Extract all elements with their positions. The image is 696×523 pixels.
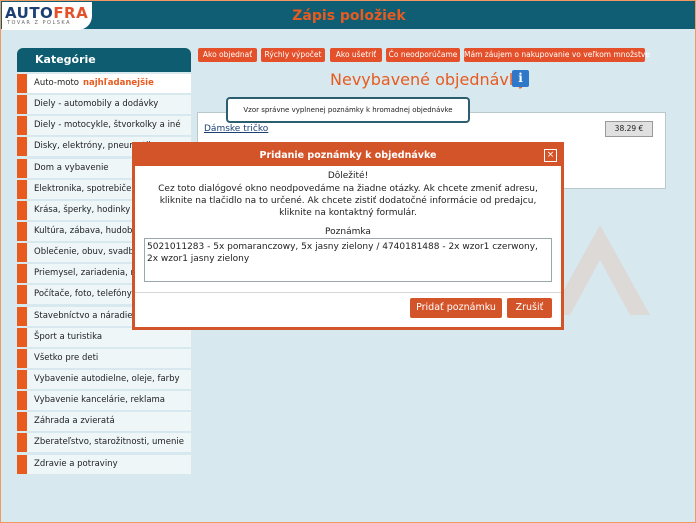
- category-item[interactable]: Zdravie a potraviny: [17, 454, 191, 474]
- popular-badge: najhľadanejšie: [82, 78, 154, 88]
- category-item[interactable]: Vybavenie kancelárie, reklama: [17, 391, 191, 411]
- bulk-buying-button[interactable]: Mám záujem o nakupovanie vo veľkom množs…: [464, 48, 650, 62]
- category-item[interactable]: Šport a turistika: [17, 327, 191, 347]
- dialog-title: Pridanie poznámky k objednávke: [135, 145, 561, 166]
- dialog-important: Dôležité!: [327, 171, 369, 181]
- how-to-order-button[interactable]: Ako objednať: [198, 48, 257, 62]
- page-title: Nevybavené objednávky: [330, 70, 528, 89]
- cancel-button[interactable]: Zrušiť: [507, 298, 552, 318]
- category-item[interactable]: Všetko pre deti: [17, 348, 191, 368]
- category-item[interactable]: Diely - motocykle, štvorkolky a iné: [17, 116, 191, 136]
- price-field: 38.29 €: [605, 121, 653, 137]
- not-recommended-button[interactable]: Čo neodporúčame: [386, 48, 460, 62]
- dialog-divider: [135, 292, 561, 293]
- category-item[interactable]: Diely - automobily a dodávky: [17, 95, 191, 115]
- categories-heading: Kategórie: [17, 48, 191, 72]
- add-note-dialog: Pridanie poznámky k objednávke × Dôležit…: [132, 142, 564, 330]
- category-item[interactable]: Auto-moto najhľadanejšie: [17, 74, 191, 93]
- quick-calc-button[interactable]: Rýchly výpočet: [261, 48, 325, 62]
- note-label: Poznámka: [325, 227, 371, 237]
- category-item[interactable]: Vybavenie autodielne, oleje, farby: [17, 369, 191, 389]
- page-header-title: Zápis položiek: [292, 8, 406, 24]
- header-bar: AUTOFRA TOVAR Z POLSKA Zápis položiek: [1, 1, 695, 30]
- category-item[interactable]: Záhrada a zvieratá: [17, 412, 191, 432]
- category-item[interactable]: Zberateľstvo, starožitnosti, umenie: [17, 433, 191, 453]
- product-link[interactable]: Dámske tričko: [204, 124, 268, 134]
- note-textarea[interactable]: 5021011283 - 5x pomaranczowy, 5x jasny z…: [144, 238, 552, 282]
- tooltip: Vzor správne vyplnenej poznámky k hromad…: [226, 97, 470, 123]
- info-icon[interactable]: i: [512, 70, 529, 87]
- dialog-message: Cez toto dialógové okno neodpovedáme na …: [158, 184, 538, 218]
- how-to-save-button[interactable]: Ako ušetriť: [330, 48, 382, 62]
- add-note-button[interactable]: Pridať poznámku: [410, 298, 502, 318]
- close-icon[interactable]: ×: [544, 149, 557, 162]
